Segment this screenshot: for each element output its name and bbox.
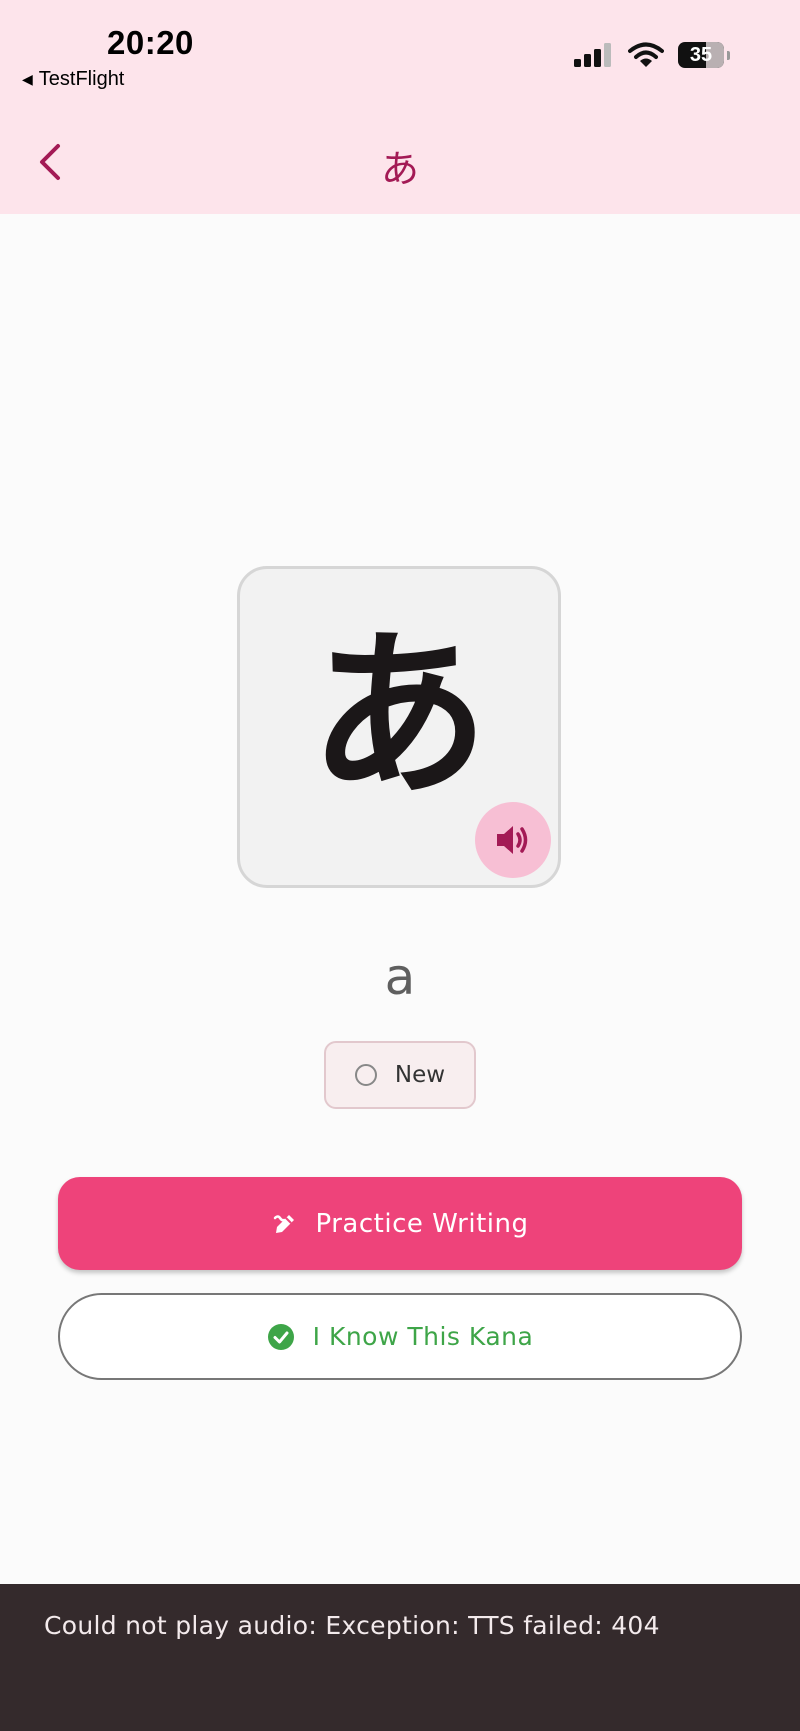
back-to-app-link[interactable]: ◀ TestFlight (22, 68, 124, 91)
practice-writing-label: Practice Writing (315, 1208, 529, 1239)
practice-writing-button[interactable]: Practice Writing (58, 1177, 742, 1270)
check-circle-icon (267, 1323, 294, 1350)
wifi-icon (628, 42, 664, 67)
play-audio-button[interactable] (475, 802, 551, 878)
pencil-icon (273, 1214, 294, 1233)
back-triangle-icon: ◀ (22, 71, 33, 87)
snackbar-message: Could not play audio: Exception: TTS fai… (44, 1611, 660, 1640)
battery-icon: 35 (678, 42, 724, 68)
empty-circle-icon (354, 1064, 377, 1086)
kana-card: あ (237, 566, 561, 888)
battery-level: 35 (689, 43, 713, 66)
status-icons: 35 (574, 42, 730, 68)
status-time: 20:20 (107, 24, 194, 61)
back-app-label: TestFlight (38, 68, 125, 90)
kana-character: あ (308, 612, 489, 821)
romaji-reading: a (384, 948, 416, 1006)
i-know-this-kana-button[interactable]: I Know This Kana (58, 1293, 742, 1380)
signal-icon (574, 43, 611, 67)
app-header: 20:20 ◀ TestFlight 35 あ (0, 0, 800, 214)
error-snackbar: Could not play audio: Exception: TTS fai… (0, 1584, 800, 1731)
volume-icon (497, 826, 528, 854)
page-title: あ (380, 147, 419, 191)
i-know-this-kana-label: I Know This Kana (312, 1322, 534, 1351)
status-chip[interactable]: New (324, 1041, 476, 1109)
status-chip-label: New (394, 1062, 446, 1088)
